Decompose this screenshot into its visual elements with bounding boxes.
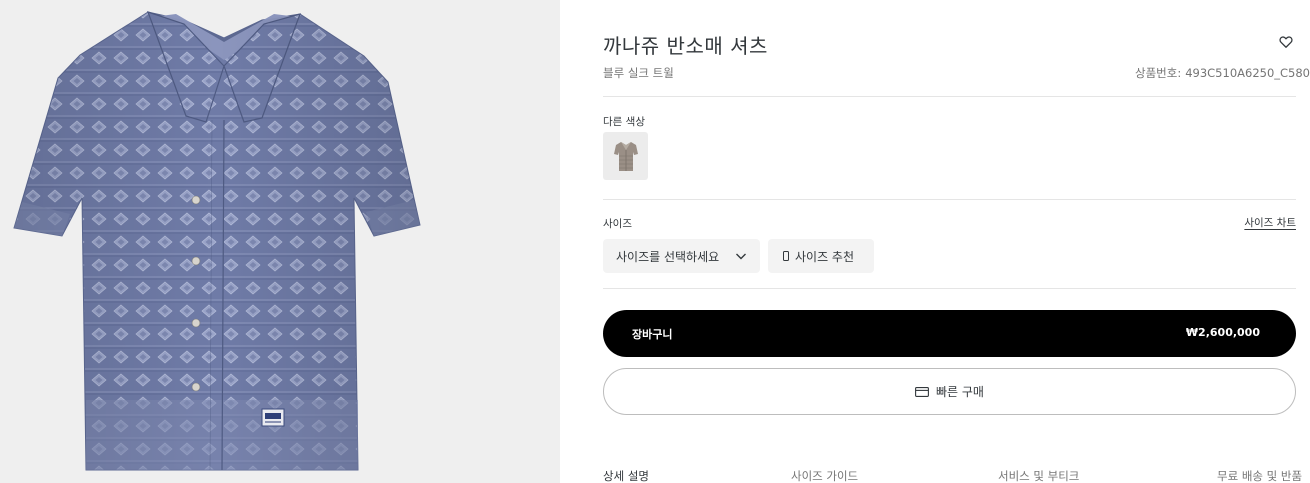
other-colors-label: 다른 색상: [603, 116, 645, 128]
size-chart-link[interactable]: 사이즈 차트: [1244, 215, 1296, 230]
product-title: 까나쥬 반소매 셔츠: [603, 34, 768, 58]
tab-services-boutique[interactable]: 서비스 및 부티크: [998, 468, 1079, 483]
divider: [603, 288, 1296, 289]
wishlist-button[interactable]: [1279, 34, 1295, 50]
divider: [603, 96, 1296, 97]
detail-tabs: 상세 설명 사이즈 가이드 서비스 및 부티크 무료 배송 및 반품: [603, 468, 1310, 483]
size-select-dropdown[interactable]: 사이즈를 선택하세요: [603, 239, 760, 273]
quick-buy-label: 빠른 구매: [936, 385, 984, 399]
chevron-down-icon: [736, 253, 746, 260]
heart-outline-icon: [1279, 36, 1293, 48]
color-swatch-beige[interactable]: [603, 132, 648, 180]
shirt-image: [13, 11, 421, 471]
tab-description[interactable]: 상세 설명: [603, 468, 649, 483]
credit-card-icon: [915, 386, 929, 397]
sku-value: 493C510A6250_C580: [1185, 66, 1310, 80]
smartphone-icon: [783, 251, 789, 261]
product-price: ₩2,600,000: [1185, 326, 1260, 339]
shirt-thumbnail-icon: [614, 142, 638, 171]
size-select-placeholder: 사이즈를 선택하세요: [616, 249, 720, 264]
product-info-panel: 까나쥬 반소매 셔츠 블루 실크 트윌 상품번호: 493C510A6250_C5…: [603, 0, 1310, 483]
add-to-cart-button[interactable]: 장바구니 ₩2,600,000: [603, 310, 1296, 357]
size-label: 사이즈: [603, 218, 632, 230]
product-sku: 상품번호: 493C510A6250_C580: [1135, 65, 1310, 81]
product-image[interactable]: [0, 0, 560, 483]
size-recommend-button[interactable]: 사이즈 추천: [768, 239, 874, 273]
divider: [603, 199, 1296, 200]
cart-label: 장바구니: [632, 328, 673, 341]
sku-label: 상품번호:: [1135, 66, 1182, 80]
tab-free-shipping-returns[interactable]: 무료 배송 및 반품: [1217, 468, 1302, 483]
product-material: 블루 실크 트윌: [603, 66, 674, 80]
quick-buy-button[interactable]: 빠른 구매: [603, 368, 1296, 415]
size-recommend-label: 사이즈 추천: [795, 249, 855, 264]
tab-size-guide[interactable]: 사이즈 가이드: [791, 468, 858, 483]
